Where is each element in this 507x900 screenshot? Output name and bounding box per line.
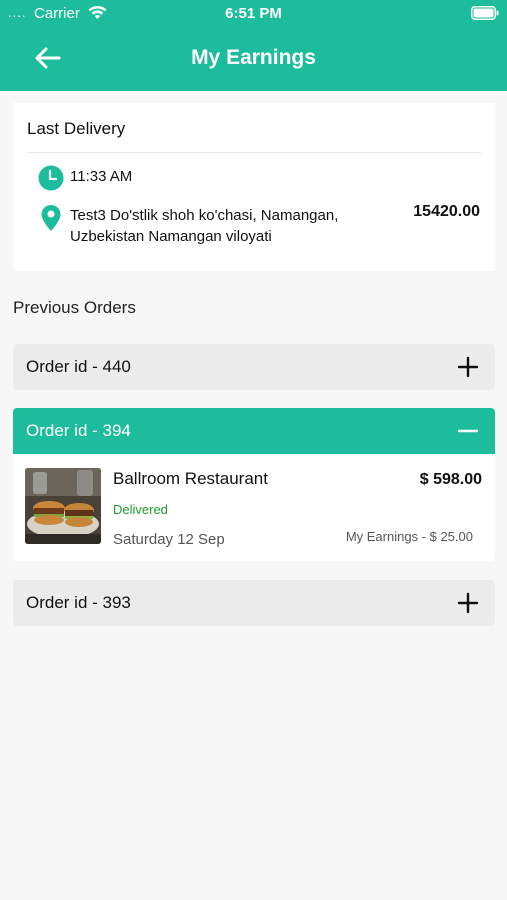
- plus-icon[interactable]: [457, 592, 479, 614]
- last-delivery-address: Test3 Do'stlik shoh ko'chasi, Namangan, …: [70, 207, 339, 245]
- order-status: Delivered: [113, 502, 168, 517]
- status-bar: .... Carrier 6:51 PM: [0, 0, 507, 28]
- order-label: Order id - 393: [26, 593, 131, 612]
- order-earnings: My Earnings - $ 25.00: [345, 529, 473, 544]
- order-date: Saturday 12 Sep: [113, 531, 225, 548]
- plus-icon[interactable]: [457, 356, 479, 378]
- order-label: Order id - 440: [26, 357, 131, 376]
- clock-icon: [38, 165, 64, 191]
- last-delivery-amount: 15420.00: [413, 203, 480, 220]
- order-row-440[interactable]: Order id - 440: [13, 344, 495, 390]
- order-row-393[interactable]: Order id - 393: [13, 580, 495, 626]
- restaurant-thumbnail: [25, 468, 101, 544]
- status-time: 6:51 PM: [225, 5, 282, 22]
- order-row-394[interactable]: Order id - 394: [13, 408, 495, 454]
- order-detail[interactable]: Ballroom Restaurant Delivered Saturday 1…: [13, 454, 495, 561]
- header: .... Carrier 6:51 PM My Earnings: [0, 0, 507, 91]
- last-delivery-title: Last Delivery: [27, 119, 126, 138]
- order-label: Order id - 394: [26, 421, 131, 440]
- location-pin-icon: [41, 205, 61, 231]
- divider: [27, 152, 481, 153]
- page-title: My Earnings: [191, 46, 316, 69]
- last-delivery-time: 11:33 AM: [70, 168, 133, 185]
- last-delivery-card: Last Delivery 11:33 AM Test3 Do'stlik sh…: [13, 103, 495, 271]
- order-price: $ 598.00: [419, 471, 482, 488]
- previous-orders-title: Previous Orders: [13, 298, 136, 317]
- restaurant-name: Ballroom Restaurant: [113, 469, 268, 488]
- minus-icon[interactable]: [457, 420, 479, 442]
- battery-icon: [471, 6, 499, 20]
